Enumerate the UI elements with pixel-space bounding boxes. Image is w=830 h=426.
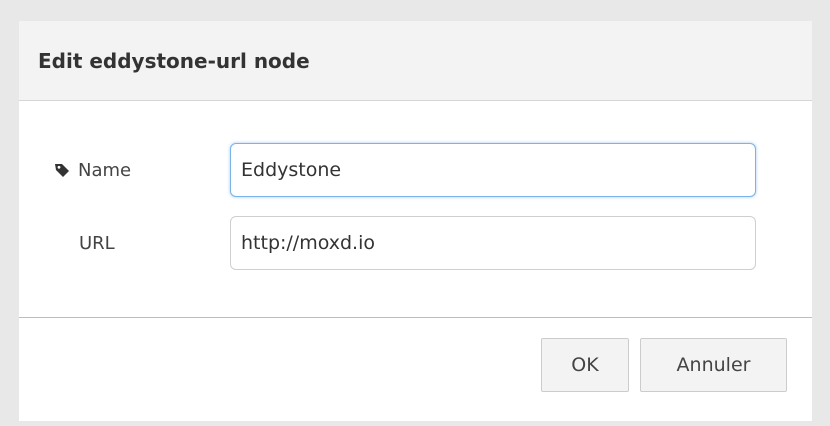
dialog-title: Edit eddystone-url node xyxy=(38,48,310,73)
dialog-body: Name URL xyxy=(19,101,812,318)
name-row: Name xyxy=(19,143,812,197)
dialog-footer: OK Annuler xyxy=(19,318,812,420)
name-input[interactable] xyxy=(230,143,756,197)
ok-button[interactable]: OK xyxy=(541,338,629,392)
url-row: URL xyxy=(19,216,812,270)
cancel-button[interactable]: Annuler xyxy=(640,338,787,392)
url-input[interactable] xyxy=(230,216,756,270)
url-label: URL xyxy=(79,232,115,254)
name-label-text: Name xyxy=(78,159,132,181)
dialog-titlebar: Edit eddystone-url node xyxy=(19,21,812,101)
tag-icon xyxy=(54,162,70,178)
edit-node-dialog: Edit eddystone-url node Name URL OK Annu… xyxy=(19,21,812,421)
name-label: Name xyxy=(54,143,131,197)
